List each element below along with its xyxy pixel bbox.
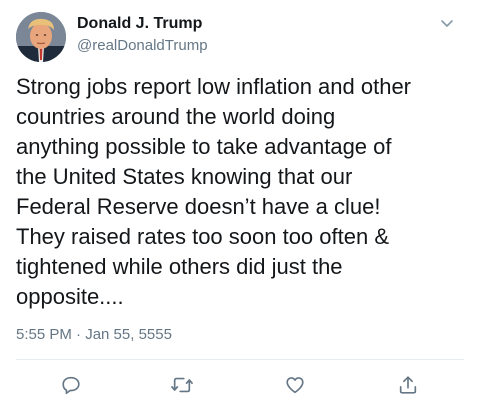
chevron-down-icon [441, 20, 453, 27]
reply-icon [62, 376, 80, 395]
tweet-text-line: They raised rates too soon too often & [16, 224, 390, 249]
tweet-text-line: opposite.... [16, 284, 124, 309]
share-button[interactable] [395, 372, 421, 398]
author-display-name[interactable]: Donald J. Trump [77, 14, 202, 34]
tweet-text-line: Strong jobs report low inflation and oth… [16, 74, 412, 99]
tweet-text-line: anything possible to take advantage of [16, 134, 392, 159]
like-button[interactable] [282, 372, 308, 398]
retweet-icon [171, 377, 193, 393]
tweet-text-line: countries around the world doing [16, 104, 336, 129]
reply-button[interactable] [58, 372, 84, 398]
heart-icon [286, 377, 304, 394]
tweet-menu-button[interactable] [438, 14, 456, 32]
avatar[interactable] [16, 12, 66, 62]
share-icon [399, 376, 417, 394]
tweet-text-line: the United States knowing that our [16, 164, 353, 189]
tweet-timestamp[interactable]: 5:55 PM · Jan 55, 5555 [16, 325, 172, 345]
retweet-button[interactable] [169, 372, 195, 398]
tweet-card: Donald J. Trump @realDonaldTrump Strong … [0, 0, 480, 410]
author-handle[interactable]: @realDonaldTrump [77, 36, 208, 56]
tweet-text: Strong jobs report low inflation and oth… [16, 72, 471, 312]
tweet-text-line: Federal Reserve doesn’t have a clue! [16, 194, 381, 219]
profile-photo-icon [16, 12, 66, 62]
divider [16, 359, 464, 360]
tweet-text-line: tightened while others did just the [16, 254, 343, 279]
